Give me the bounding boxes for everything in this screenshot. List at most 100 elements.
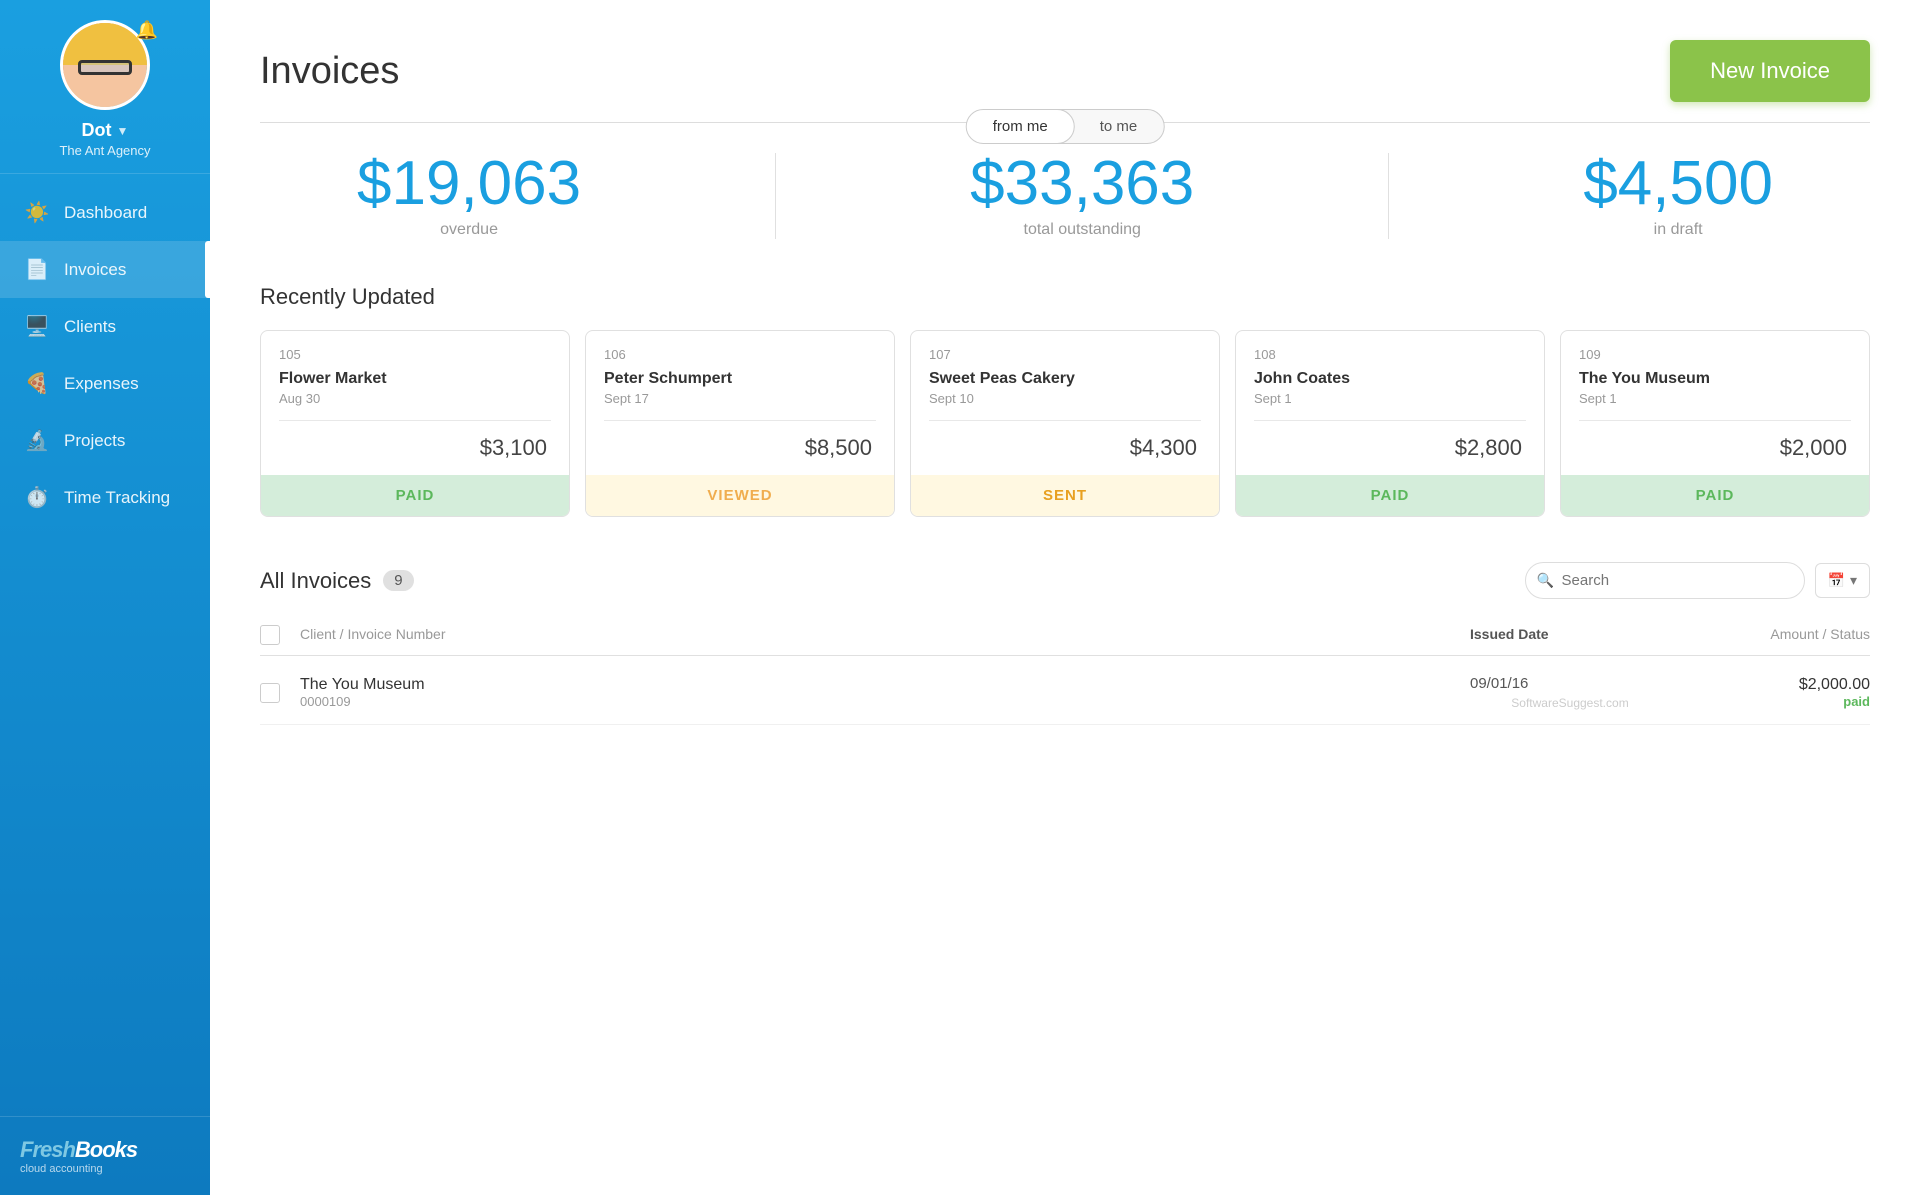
sidebar-item-label-projects: Projects	[64, 431, 125, 451]
expenses-icon: 🍕	[24, 371, 50, 396]
card-client-109: The You Museum	[1579, 370, 1851, 388]
card-amount-105: $3,100	[279, 435, 551, 461]
invoices-icon: 📄	[24, 257, 50, 282]
col-date-header: Issued Date	[1470, 626, 1670, 644]
sidebar-item-clients[interactable]: 🖥️ Clients	[0, 298, 210, 355]
sidebar-item-expenses[interactable]: 🍕 Expenses	[0, 355, 210, 412]
sidebar-item-label-time-tracking: Time Tracking	[64, 488, 170, 508]
toggle-from-me[interactable]: from me	[966, 109, 1075, 144]
card-body-107: 107 Sweet Peas Cakery Sept 10 $4,300	[911, 331, 1219, 475]
new-invoice-button[interactable]: New Invoice	[1670, 40, 1870, 102]
card-amount-109: $2,000	[1579, 435, 1851, 461]
stat-in-draft: $4,500 in draft	[1583, 153, 1773, 239]
freshbooks-brand: FreshBooks	[20, 1137, 190, 1163]
dashboard-icon: ☀️	[24, 200, 50, 225]
card-number-106: 106	[604, 347, 876, 362]
row-date-col: 09/01/16 SoftwareSuggest.com	[1470, 675, 1670, 710]
calendar-button[interactable]: 📅 ▾	[1815, 563, 1870, 598]
card-client-107: Sweet Peas Cakery	[929, 370, 1201, 388]
toggle-to-me[interactable]: to me	[1074, 110, 1164, 143]
search-input-wrapper: 🔍	[1525, 562, 1805, 599]
card-body-108: 108 John Coates Sept 1 $2,800	[1236, 331, 1544, 475]
stat-divider-2	[1388, 153, 1389, 239]
invoice-count-badge: 9	[383, 570, 413, 591]
toggle-pill: from me to me	[966, 109, 1165, 144]
col-client-header: Client / Invoice Number	[300, 626, 1470, 644]
sidebar-item-dashboard[interactable]: ☀️ Dashboard	[0, 184, 210, 241]
search-container: 🔍 📅 ▾	[1525, 562, 1870, 599]
invoice-number: 0000109	[300, 694, 1470, 709]
card-amount-108: $2,800	[1254, 435, 1526, 461]
card-number-107: 107	[929, 347, 1201, 362]
amount: $2,000.00	[1670, 676, 1870, 694]
avatar-glasses	[78, 60, 132, 75]
invoice-card-105[interactable]: 105 Flower Market Aug 30 $3,100 PAID	[260, 330, 570, 517]
sidebar-item-label-clients: Clients	[64, 317, 116, 337]
sidebar-item-label-invoices: Invoices	[64, 260, 126, 280]
search-icon: 🔍	[1537, 572, 1554, 589]
select-all-checkbox[interactable]	[260, 625, 280, 645]
card-date-108: Sept 1	[1254, 391, 1526, 406]
card-status-105: PAID	[261, 475, 569, 516]
sidebar-footer: FreshBooks cloud accounting	[0, 1116, 210, 1195]
th-amount-status: Amount / Status	[1770, 626, 1870, 642]
invoice-card-108[interactable]: 108 John Coates Sept 1 $2,800 PAID	[1235, 330, 1545, 517]
stat-value-draft: $4,500	[1583, 153, 1773, 215]
card-number-109: 109	[1579, 347, 1851, 362]
th-issued-date: Issued Date	[1470, 626, 1549, 642]
user-name: Dot	[82, 120, 112, 141]
calendar-dropdown-arrow: ▾	[1850, 572, 1857, 589]
sidebar: 🔔 Dot ▼ The Ant Agency ☀️ Dashboard 📄 In…	[0, 0, 210, 1195]
stat-label-overdue: overdue	[357, 221, 581, 239]
stat-overdue: $19,063 overdue	[357, 153, 581, 239]
card-status-109: PAID	[1561, 475, 1869, 516]
card-date-109: Sept 1	[1579, 391, 1851, 406]
card-body-106: 106 Peter Schumpert Sept 17 $8,500	[586, 331, 894, 475]
invoice-card-109[interactable]: 109 The You Museum Sept 1 $2,000 PAID	[1560, 330, 1870, 517]
card-number-105: 105	[279, 347, 551, 362]
bell-icon[interactable]: 🔔	[136, 20, 158, 41]
card-client-105: Flower Market	[279, 370, 551, 388]
user-agency: The Ant Agency	[59, 143, 150, 158]
stats-row: $19,063 overdue $33,363 total outstandin…	[260, 153, 1870, 239]
clients-icon: 🖥️	[24, 314, 50, 339]
recently-updated-title: Recently Updated	[260, 284, 1870, 310]
invoice-cards-row: 105 Flower Market Aug 30 $3,100 PAID 106…	[260, 330, 1870, 517]
row-checkbox-col	[260, 683, 300, 703]
dropdown-arrow-icon[interactable]: ▼	[117, 124, 129, 138]
invoice-card-107[interactable]: 107 Sweet Peas Cakery Sept 10 $4,300 SEN…	[910, 330, 1220, 517]
col-checkbox-header	[260, 625, 300, 645]
sidebar-item-label-dashboard: Dashboard	[64, 203, 147, 223]
th-client-invoice: Client / Invoice Number	[300, 626, 446, 642]
table-header-row: Client / Invoice Number Issued Date Amou…	[260, 615, 1870, 656]
sidebar-top: 🔔 Dot ▼ The Ant Agency	[0, 0, 210, 174]
search-input[interactable]	[1525, 562, 1805, 599]
col-amount-header: Amount / Status	[1670, 626, 1870, 644]
invoice-card-106[interactable]: 106 Peter Schumpert Sept 17 $8,500 VIEWE…	[585, 330, 895, 517]
sidebar-item-invoices[interactable]: 📄 Invoices	[0, 241, 210, 298]
freshbooks-sub: cloud accounting	[20, 1163, 190, 1175]
row-checkbox[interactable]	[260, 683, 280, 703]
page-title: Invoices	[260, 50, 399, 93]
stat-total-outstanding: $33,363 total outstanding	[970, 153, 1194, 239]
avatar-hair	[63, 20, 147, 65]
calendar-icon: 📅	[1828, 572, 1845, 589]
sidebar-item-time-tracking[interactable]: ⏱️ Time Tracking	[0, 469, 210, 526]
status-text: paid	[1670, 694, 1870, 709]
sidebar-item-projects[interactable]: 🔬 Projects	[0, 412, 210, 469]
main-content: Invoices New Invoice from me to me $19,0…	[210, 0, 1920, 1195]
sidebar-nav: ☀️ Dashboard 📄 Invoices 🖥️ Clients 🍕 Exp…	[0, 184, 210, 1116]
card-amount-106: $8,500	[604, 435, 876, 461]
avatar-container: 🔔	[60, 20, 150, 110]
table-row[interactable]: The You Museum 0000109 09/01/16 Software…	[260, 661, 1870, 725]
card-body-109: 109 The You Museum Sept 1 $2,000	[1561, 331, 1869, 475]
card-client-108: John Coates	[1254, 370, 1526, 388]
card-body-105: 105 Flower Market Aug 30 $3,100	[261, 331, 569, 475]
all-invoices-title: All Invoices 9	[260, 568, 414, 594]
row-amount-col: $2,000.00 paid	[1670, 676, 1870, 709]
card-status-108: PAID	[1236, 475, 1544, 516]
main-header: Invoices New Invoice	[260, 40, 1870, 102]
card-amount-107: $4,300	[929, 435, 1201, 461]
all-invoices-label: All Invoices	[260, 568, 371, 594]
stat-label-total: total outstanding	[970, 221, 1194, 239]
